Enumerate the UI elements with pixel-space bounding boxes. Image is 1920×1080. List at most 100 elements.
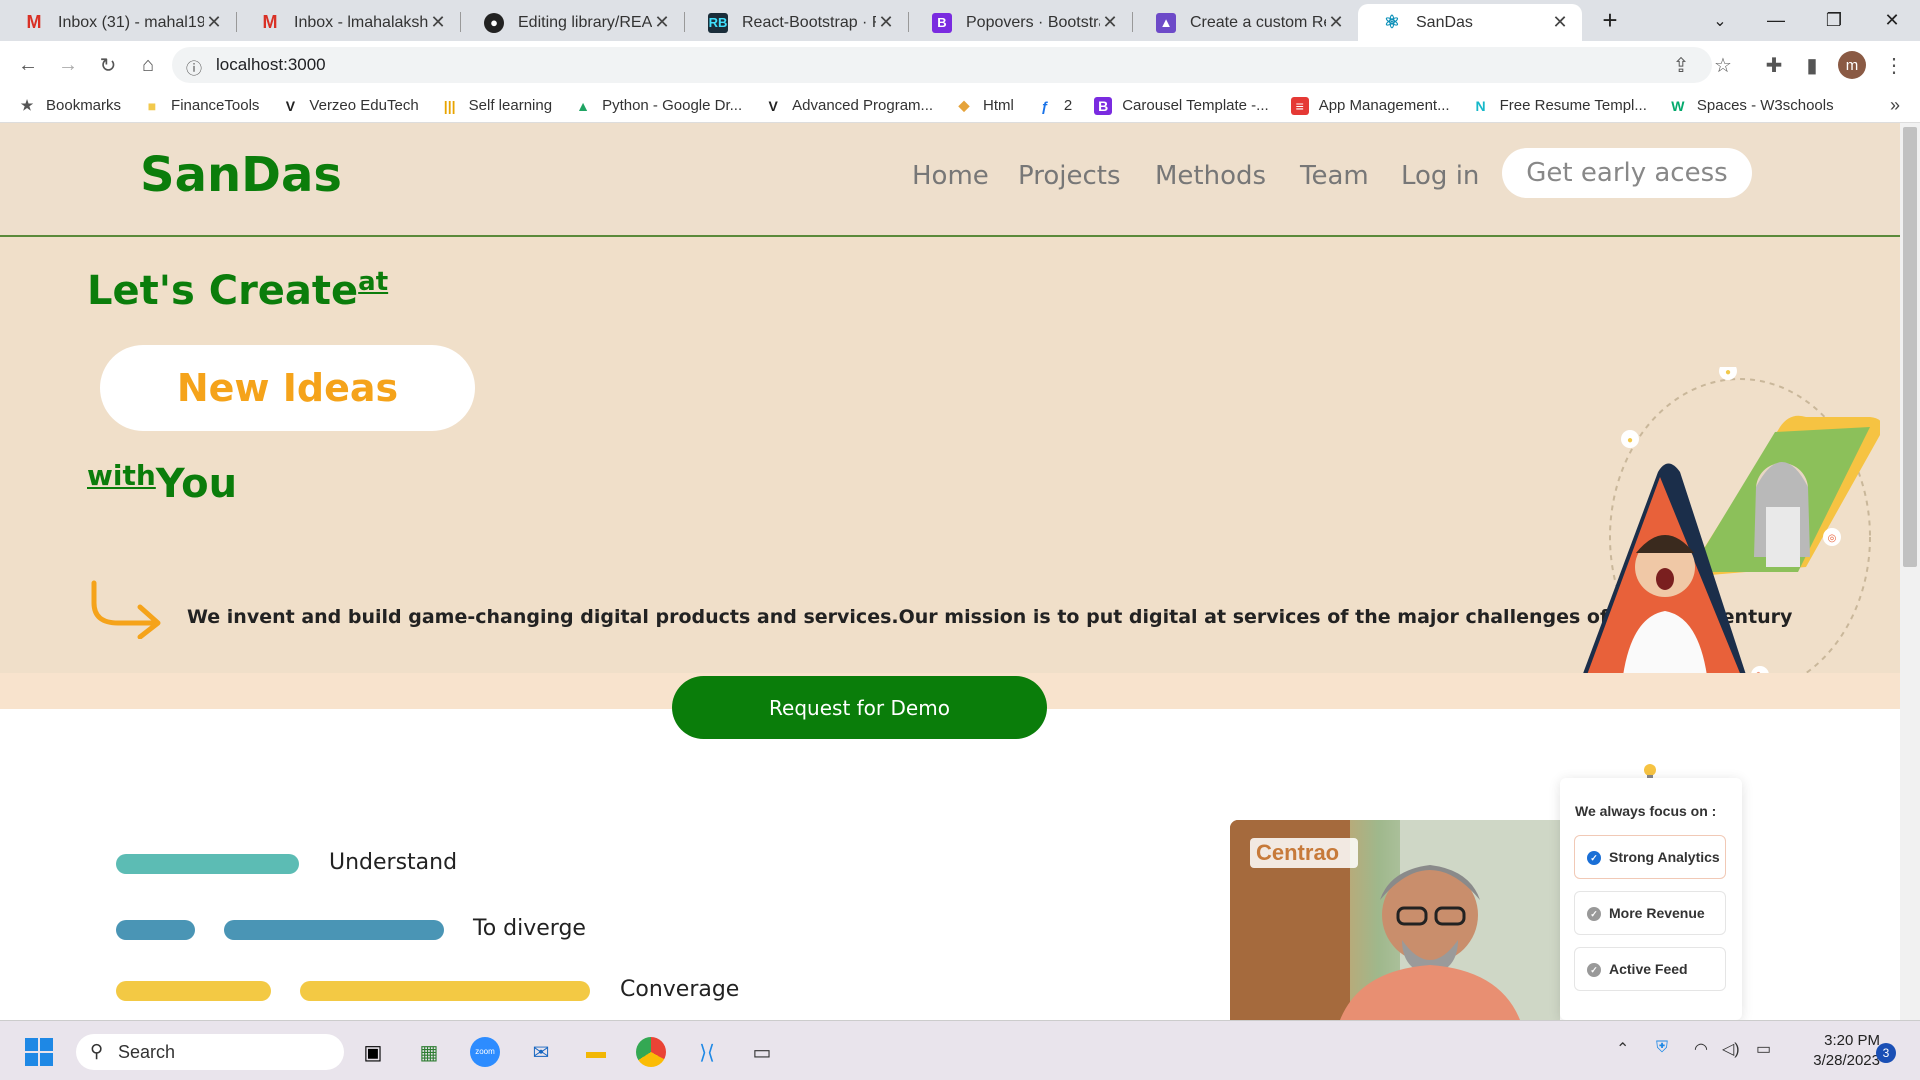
close-tab-icon[interactable]: ✕ (1550, 12, 1570, 33)
google-drive-icon: ▲ (576, 97, 590, 114)
taskbar-clock[interactable]: 3:20 PM 3/28/2023 (1792, 1031, 1880, 1071)
close-tab-icon[interactable]: ✕ (1326, 12, 1346, 33)
converge-bar-long (300, 981, 590, 1001)
scrollbar-thumb[interactable] (1903, 127, 1917, 567)
back-icon[interactable]: ← (12, 49, 44, 81)
react-bootstrap-icon: RB (708, 12, 728, 33)
menu-icon[interactable]: ⋮ (1878, 49, 1910, 81)
tab-gmail-inbox-1[interactable]: M Inbox (31) - mahal191 ✕ (0, 4, 236, 41)
bookmark-item[interactable]: V Advanced Program... (764, 97, 933, 115)
nav-home[interactable]: Home (912, 161, 989, 191)
tab-gmail-inbox-2[interactable]: M Inbox - lmahalakshmi ✕ (236, 4, 460, 41)
file-explorer-icon[interactable]: ▬ (577, 1033, 615, 1071)
early-access-button[interactable]: Get early acess (1502, 148, 1752, 198)
restore-button[interactable]: ❐ (1806, 0, 1862, 41)
bookmark-item[interactable]: ■ FinanceTools (143, 97, 260, 115)
folder-icon: ■ (147, 97, 157, 114)
taskbar-search[interactable]: ⚲ Search (76, 1034, 344, 1070)
site-brand[interactable]: SanDas (140, 147, 342, 203)
address-bar[interactable]: ⓘ localhost:3000 (172, 47, 1712, 83)
bookmark-icon: ƒ (1040, 97, 1049, 114)
bookmarks-bar: ★ Bookmarks ■ FinanceTools V Verzeo EduTech… (0, 89, 1920, 123)
tab-react-bootstrap[interactable]: RB React-Bootstrap · Rea ✕ (684, 4, 908, 41)
bootstrap-icon: B (932, 12, 952, 33)
hero-heading: Let's Createat (87, 267, 389, 314)
tab-custom-react[interactable]: ▲ Create a custom Reac ✕ (1132, 4, 1358, 41)
focus-item-active-feed[interactable]: ✓ Active Feed (1574, 947, 1726, 991)
bookmark-item[interactable]: B Carousel Template -... (1094, 96, 1269, 115)
browser-tab-strip: M Inbox (31) - mahal191 ✕ M Inbox - lmah… (0, 0, 1920, 41)
side-panel-icon[interactable]: ▮ (1796, 49, 1828, 81)
close-tab-icon[interactable]: ✕ (876, 12, 896, 33)
bookmark-item[interactable]: W Spaces - W3schools (1669, 97, 1833, 115)
resume-icon: N (1475, 97, 1486, 114)
vscode-app-icon[interactable]: ⟩⟨ (688, 1033, 726, 1071)
bookmark-item[interactable]: ★ Bookmarks (18, 97, 121, 115)
site-info-icon[interactable]: ⓘ (186, 55, 202, 79)
tab-github-readme[interactable]: ● Editing library/READM ✕ (460, 4, 684, 41)
battery-icon[interactable]: ▭ (1756, 1039, 1771, 1059)
mail-app-icon[interactable]: ✉ (522, 1033, 560, 1071)
focus-item-strong-analytics[interactable]: ✓ Strong Analytics (1574, 835, 1726, 879)
forward-icon[interactable]: → (52, 49, 84, 81)
check-icon: ✓ (1587, 907, 1601, 921)
focus-card: We always focus on : ✓ Strong Analytics … (1560, 778, 1742, 1020)
bookmark-item[interactable]: ƒ2 (1036, 97, 1072, 115)
understand-bar (116, 854, 299, 874)
new-ideas-pill: New Ideas (100, 345, 475, 431)
task-view-icon[interactable]: ▣ (354, 1033, 392, 1071)
notification-badge[interactable]: 3 (1876, 1043, 1896, 1063)
close-tab-icon[interactable]: ✕ (1100, 12, 1120, 33)
svg-text:◎: ◎ (1828, 533, 1837, 544)
reload-icon[interactable]: ↻ (92, 49, 124, 81)
generic-icon: ▲ (1156, 12, 1176, 33)
hero-section: Let's Createat New Ideas withYou We inve… (0, 237, 1900, 696)
extensions-icon[interactable]: ✚ (1758, 49, 1790, 81)
new-tab-button[interactable]: + (1582, 0, 1638, 41)
more-bookmarks-icon[interactable]: » (1890, 95, 1900, 116)
close-window-button[interactable]: ✕ (1864, 0, 1920, 41)
step-understand-label: Understand (329, 850, 458, 875)
nav-login[interactable]: Log in (1401, 161, 1479, 191)
search-icon: ⚲ (90, 1041, 104, 1061)
bootstrap-icon: B (1094, 96, 1113, 115)
chart-icon: ||| (443, 97, 456, 114)
tab-bootstrap-popovers[interactable]: B Popovers · Bootstrap ✕ (908, 4, 1132, 41)
zoom-app-icon[interactable]: zoom (466, 1033, 504, 1071)
mission-text: We invent and build game-changing digita… (187, 606, 1793, 628)
home-icon[interactable]: ⌂ (132, 49, 164, 81)
bookmark-item[interactable]: N Free Resume Templ... (1472, 97, 1647, 115)
volume-icon[interactable]: ◁) (1722, 1039, 1740, 1059)
bookmark-item[interactable]: ◆ Html (955, 97, 1014, 115)
wifi-icon[interactable]: ◠ (1694, 1039, 1708, 1059)
bookmark-item[interactable]: ≡ App Management... (1290, 96, 1450, 115)
hero-illustration: ● ● ◎ ✎ (1578, 367, 1880, 696)
close-tab-icon[interactable]: ✕ (204, 12, 224, 33)
profile-avatar[interactable]: m (1838, 51, 1866, 79)
bookmark-item[interactable]: ||| Self learning (441, 97, 552, 115)
page-scrollbar[interactable] (1900, 123, 1920, 1020)
nav-team[interactable]: Team (1300, 161, 1369, 191)
windows-start-icon[interactable] (20, 1033, 58, 1071)
close-tab-icon[interactable]: ✕ (428, 12, 448, 33)
nav-projects[interactable]: Projects (1018, 161, 1121, 191)
diverge-bar-short (116, 920, 195, 940)
show-hidden-icons[interactable]: ⌃ (1616, 1039, 1629, 1059)
bookmark-item[interactable]: V Verzeo EduTech (281, 97, 419, 115)
app-management-icon: ≡ (1290, 96, 1309, 115)
focus-item-more-revenue[interactable]: ✓ More Revenue (1574, 891, 1726, 935)
tab-search-icon[interactable]: ⌄ (1692, 0, 1748, 41)
bookmark-star-icon[interactable]: ☆ (1707, 49, 1739, 81)
minimize-button[interactable]: — (1748, 0, 1804, 41)
react-icon: ⚛ (1383, 12, 1401, 32)
terminal-app-icon[interactable]: ▭ (743, 1033, 781, 1071)
security-icon[interactable]: ⛨ (1656, 1039, 1668, 1057)
request-demo-button[interactable]: Request for Demo (672, 676, 1047, 739)
bookmark-item[interactable]: ▲ Python - Google Dr... (574, 97, 742, 115)
chrome-app-icon[interactable] (632, 1033, 670, 1071)
nav-methods[interactable]: Methods (1155, 161, 1266, 191)
close-tab-icon[interactable]: ✕ (652, 12, 672, 33)
share-icon[interactable]: ⇪ (1665, 49, 1697, 81)
tab-sandas[interactable]: ⚛ SanDas ✕ (1358, 4, 1582, 41)
photos-app-icon[interactable]: ▦ (410, 1033, 448, 1071)
